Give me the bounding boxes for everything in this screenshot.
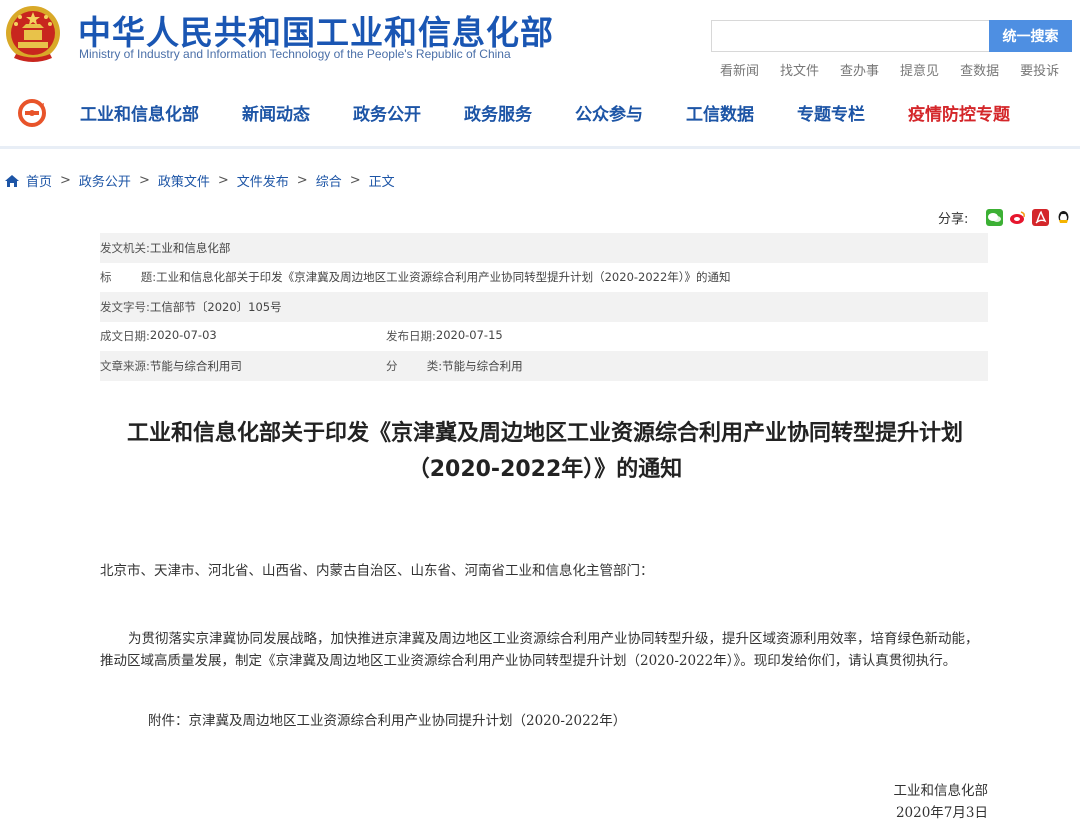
article-signer: 工业和信息化部 — [893, 783, 989, 799]
meta-title-value: 工业和信息化部关于印发《京津冀及周边地区工业资源综合利用产业协同转型提升计划（2… — [156, 270, 731, 285]
meta-published-label: 发布日期: — [386, 329, 436, 344]
meta-row-doc-no: 发文字号: 工信部节〔2020〕105号 — [100, 292, 988, 322]
breadcrumb-separator: > — [296, 173, 308, 188]
meta-row-dates: 成文日期: 2020-07-03 发布日期: 2020-07-15 — [100, 322, 988, 352]
meta-title-label: 标 题: — [100, 270, 157, 285]
breadcrumb-separator: > — [349, 173, 361, 188]
quick-link-news[interactable]: 看新闻 — [720, 60, 759, 79]
meta-source-label: 文章来源: — [100, 358, 150, 373]
article-date: 2020年7月3日 — [895, 805, 988, 820]
meta-row-issuer: 发文机关: 工业和信息化部 — [100, 233, 988, 263]
qq-icon[interactable] — [1055, 209, 1073, 226]
meta-doc-no-value: 工信部节〔2020〕105号 — [149, 299, 282, 314]
meta-issuer-value: 工业和信息化部 — [149, 240, 231, 255]
ministry-logo-icon[interactable] — [17, 99, 47, 127]
share-label: 分享: — [938, 212, 969, 227]
quick-link-feedback[interactable]: 提意见 — [900, 60, 939, 79]
home-icon[interactable] — [4, 174, 20, 188]
meta-issuer-label: 发文机关: — [100, 240, 150, 255]
meta-created-value: 2020-07-03 — [149, 328, 217, 343]
nav-divider — [0, 146, 1080, 149]
breadcrumb-separator: > — [217, 173, 229, 188]
pdf-icon[interactable] — [1032, 209, 1050, 226]
meta-category-label: 分 类: — [386, 358, 443, 373]
meta-doc-no-label: 发文字号: — [100, 299, 150, 314]
meta-category-value: 节能与综合利用 — [442, 358, 523, 373]
breadcrumb-separator: > — [138, 173, 150, 188]
quick-links: 看新闻 找文件 查办事 提意见 查数据 要投诉 — [720, 60, 1059, 79]
breadcrumb-gov-affairs[interactable]: 政务公开 — [79, 171, 131, 190]
quick-link-data[interactable]: 查数据 — [960, 60, 999, 79]
article-signature: 工业和信息化部 2020年7月3日 — [860, 780, 989, 820]
meta-created-label: 成文日期: — [100, 329, 150, 344]
quick-link-complaint[interactable]: 要投诉 — [1020, 60, 1059, 79]
article-paragraph: 为贯彻落实京津冀协同发展战略，加快推进京津冀及周边地区工业资源综合利用产业协同转… — [100, 631, 979, 669]
quick-link-services[interactable]: 查办事 — [840, 60, 879, 79]
nav-item-public-participation[interactable]: 公众参与 — [575, 100, 643, 125]
article-title: 工业和信息化部关于印发《京津冀及周边地区工业资源综合利用产业协同转型提升计划（2… — [126, 421, 963, 482]
national-emblem-logo — [4, 4, 62, 66]
site-subtitle: Ministry of Industry and Information Tec… — [79, 47, 511, 61]
breadcrumb-general[interactable]: 综合 — [316, 171, 342, 190]
wechat-icon[interactable] — [986, 209, 1004, 226]
nav-item-data[interactable]: 工信数据 — [686, 100, 754, 125]
breadcrumb-file-release[interactable]: 文件发布 — [237, 171, 289, 190]
meta-row-title: 标 题: 工业和信息化部关于印发《京津冀及周边地区工业资源综合利用产业协同转型提… — [100, 263, 988, 293]
meta-source-value: 节能与综合利用司 — [149, 358, 242, 373]
main-nav: 工业和信息化部 新闻动态 政务公开 政务服务 公众参与 工信数据 专题专栏 疫情… — [80, 100, 1010, 125]
nav-item-topics[interactable]: 专题专栏 — [797, 100, 865, 125]
nav-item-gov-services[interactable]: 政务服务 — [464, 100, 532, 125]
nav-item-epidemic[interactable]: 疫情防控专题 — [908, 100, 1010, 125]
breadcrumb-current: 正文 — [368, 175, 395, 190]
article-attachment[interactable]: 附件：京津冀及周边地区工业资源综合利用产业协同提升计划（2020-2022年） — [148, 710, 626, 732]
document-meta-table: 发文机关: 工业和信息化部 标 题: 工业和信息化部关于印发《京津冀及周边地区工… — [100, 233, 988, 381]
breadcrumb-separator: > — [60, 173, 71, 188]
weibo-icon[interactable] — [1009, 209, 1027, 226]
breadcrumb: 首页 > 政务公开 > 政策文件 > 文件发布 > 综合 > 正文 — [4, 171, 395, 190]
breadcrumb-policy-files[interactable]: 政策文件 — [158, 171, 210, 190]
share-bar: 分享: — [938, 208, 1073, 227]
nav-item-news[interactable]: 新闻动态 — [242, 100, 310, 125]
breadcrumb-home[interactable]: 首页 — [26, 171, 52, 190]
search-input[interactable] — [711, 20, 989, 52]
article-addressee: 北京市、天津市、河北省、山西省、内蒙古自治区、山东省、河南省工业和信息化主管部门… — [100, 563, 654, 579]
meta-row-source: 文章来源: 节能与综合利用司 分 类: 节能与综合利用 — [100, 351, 988, 381]
quick-link-files[interactable]: 找文件 — [780, 60, 819, 79]
search-button[interactable]: 统一搜索 — [989, 20, 1072, 52]
meta-published-value: 2020-07-15 — [435, 328, 503, 343]
nav-item-gov-affairs[interactable]: 政务公开 — [353, 100, 421, 125]
nav-item-ministry[interactable]: 工业和信息化部 — [80, 100, 199, 125]
